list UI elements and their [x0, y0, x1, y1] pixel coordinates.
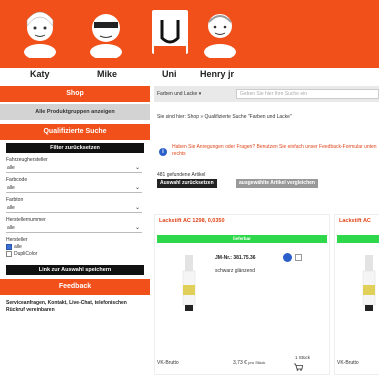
save-link-button[interactable]: Link zur Auswahl speichern	[6, 265, 144, 275]
price-value: 3,73 €	[233, 360, 247, 366]
favorite-toggle[interactable]	[283, 253, 292, 262]
main-content: Farben und Lacke ▾ Geben Sie hier Ihre S…	[154, 86, 379, 375]
reset-filter-button[interactable]: Filter zurücksetzen	[6, 143, 144, 153]
checkbox-duplicolor-row[interactable]: DupliColor	[6, 251, 150, 257]
chevron-down-icon: ⌄	[134, 185, 140, 191]
header-banner	[0, 0, 379, 68]
avatar-name-henry[interactable]: Henry jr	[200, 69, 234, 79]
info-icon: i	[159, 148, 167, 156]
mike-avatar-icon[interactable]	[86, 6, 126, 58]
product-title[interactable]: Lackstift AC	[339, 218, 371, 224]
category-select-value: Farben und Lacke	[157, 91, 198, 97]
checkbox-all[interactable]	[6, 244, 12, 250]
filter-label-brand: Hersteller	[6, 237, 28, 243]
price-unit: pro Stück	[248, 360, 266, 365]
availability-bar	[337, 235, 379, 243]
all-groups-link[interactable]: Alle Produktgruppen anzeigen	[0, 104, 150, 120]
checkbox-label: alle	[14, 244, 22, 250]
shop-header[interactable]: Shop	[0, 86, 150, 102]
breadcrumb: Sie sind hier: Shop » Qualifizierte Such…	[157, 114, 292, 120]
filter-label-colorcode: Farbcode	[6, 177, 28, 183]
vk-label: VK-Brutto	[337, 360, 359, 366]
henry-avatar-icon[interactable]	[200, 6, 240, 58]
search-input[interactable]: Geben Sie hier Ihre Suche ein	[236, 89, 379, 99]
avatar-names-row: Katy Mike Uni Henry jr	[0, 68, 379, 82]
result-count: 481 gefundene Artikel	[157, 172, 206, 178]
filter-label-maker: Fahrzeughersteller	[6, 157, 48, 163]
checkbox-duplicolor[interactable]	[6, 251, 12, 257]
category-select[interactable]: Farben und Lacke ▾	[157, 89, 201, 99]
filter-label-shade: Farbton	[6, 197, 24, 203]
product-card[interactable]: Lackstift AC VK-Brutto	[334, 214, 379, 375]
checkbox-all-row[interactable]: alle	[6, 244, 150, 250]
search-bar: Farben und Lacke ▾ Geben Sie hier Ihre S…	[154, 86, 379, 102]
paint-pen-icon[interactable]	[181, 255, 197, 311]
reset-selection-button[interactable]: Auswahl zurücksetzen	[157, 179, 217, 188]
compare-selected-button[interactable]: ausgewählte Artikel vergleichen	[236, 179, 318, 188]
filter-select-shade[interactable]: alle ⌄	[6, 204, 142, 213]
filter-value: alle	[7, 165, 15, 171]
vk-label: VK-Brutto	[157, 360, 179, 366]
product-title[interactable]: Lackstift AC 1298, 0,0350	[159, 218, 225, 224]
filter-value: alle	[7, 185, 15, 191]
qualified-search-header: Qualifizierte Suche	[0, 124, 150, 140]
article-number: JM-Nr.: 381.75.36	[215, 255, 256, 261]
avatar-name-katy[interactable]: Katy	[30, 69, 50, 79]
avatar-name-uni[interactable]: Uni	[162, 69, 177, 79]
chevron-down-icon: ⌄	[134, 205, 140, 211]
chevron-down-icon: ⌄	[134, 165, 140, 171]
quantity-stepper[interactable]: 1 Stück	[295, 355, 310, 360]
uni-avatar-icon[interactable]	[150, 6, 190, 58]
filter-label-mfgnumber: Herstellernummer	[6, 217, 46, 223]
cart-icon[interactable]	[293, 363, 303, 371]
info-message[interactable]: Haben Sie Anregungen oder Fragen? Benutz…	[172, 144, 379, 158]
feedback-header[interactable]: Feedback	[0, 279, 150, 295]
compare-checkbox[interactable]	[295, 254, 302, 261]
availability-bar: lieferbar	[157, 235, 327, 243]
sidebar: Shop Alle Produktgruppen anzeigen Qualif…	[0, 86, 150, 375]
filter-select-mfgnumber[interactable]: alle ⌄	[6, 224, 142, 233]
filter-value: alle	[7, 225, 15, 231]
filter-select-colorcode[interactable]: alle ⌄	[6, 184, 142, 193]
feedback-text[interactable]: Serviceanfragen, Kontakt, Live-Chat, tel…	[6, 300, 136, 314]
checkbox-label: DupliColor	[14, 251, 38, 257]
filter-value: alle	[7, 205, 15, 211]
katy-avatar-icon[interactable]	[20, 6, 60, 58]
avatar-name-mike[interactable]: Mike	[97, 69, 117, 79]
paint-pen-icon[interactable]	[361, 255, 377, 311]
product-card[interactable]: Lackstift AC 1298, 0,0350 lieferbar JM-N…	[154, 214, 330, 375]
price: 3,73 € pro Stück	[233, 360, 265, 366]
filter-select-maker[interactable]: alle ⌄	[6, 164, 142, 173]
chevron-down-icon: ▾	[198, 91, 202, 97]
chevron-down-icon: ⌄	[134, 225, 140, 231]
color-description: schwarz glänzend	[215, 268, 256, 274]
